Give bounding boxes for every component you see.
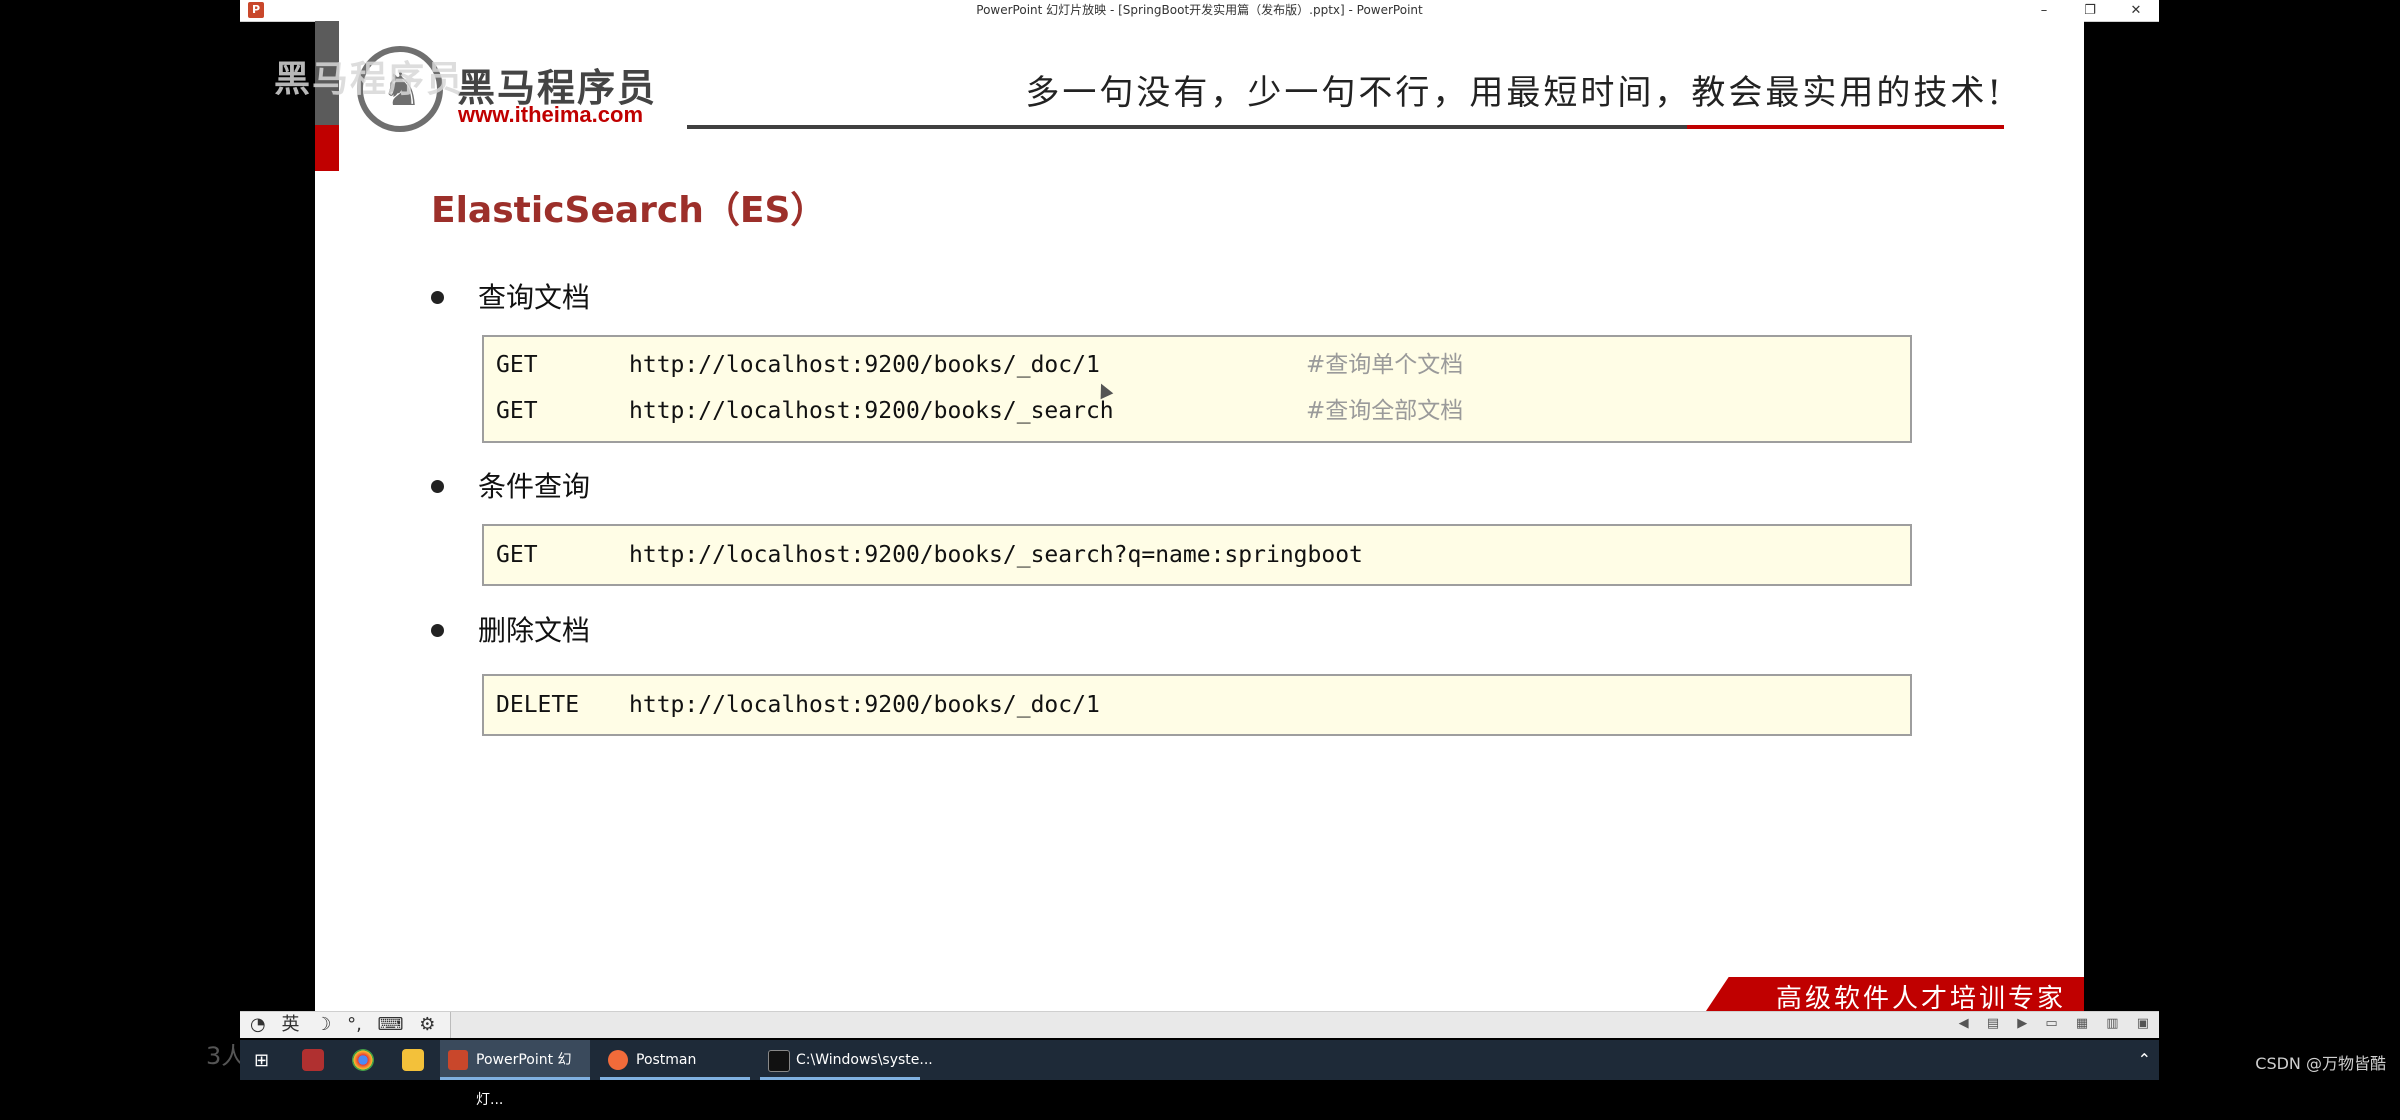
- slideshow-status-strip: ◔ 英 ☽ °, ⌨ ⚙ ◀ ▤ ▶ ▭ ▦ ▥ ▣: [240, 1011, 2159, 1038]
- code-row: GET http://localhost:9200/books/_search #查…: [496, 396, 1463, 426]
- slide-title: ElasticSearch（ES）: [431, 190, 827, 231]
- punctuation-icon[interactable]: °,: [347, 1012, 362, 1038]
- request-url: http://localhost:9200/books/_doc/1: [629, 352, 1100, 378]
- slide[interactable]: ♞ 黑马程序员 www.itheima.com 多一句没有，少一句不行，用最短时…: [315, 21, 2084, 1011]
- header-divider: [687, 125, 1687, 129]
- code-comment: #查询单个文档: [1306, 352, 1464, 378]
- restore-button[interactable]: ❐: [2067, 0, 2113, 21]
- minimize-button[interactable]: –: [2021, 0, 2067, 21]
- slideshow-view-icon[interactable]: ▣: [2137, 1016, 2149, 1031]
- menu-icon[interactable]: ▤: [1987, 1016, 1999, 1031]
- taskbar-item-label: Postman: [636, 1052, 697, 1068]
- normal-view-icon[interactable]: ▭: [2045, 1016, 2057, 1031]
- chrome-icon[interactable]: [352, 1049, 374, 1071]
- ime-mode-toggle[interactable]: 英: [281, 1012, 299, 1038]
- section-heading: 查询文档: [478, 281, 591, 314]
- http-method: GET: [496, 398, 538, 424]
- next-slide-icon[interactable]: ▶: [2017, 1016, 2027, 1031]
- bullet-delete-doc: 删除文档: [431, 609, 590, 649]
- keyboard-icon[interactable]: ⌨: [378, 1012, 404, 1038]
- bullet-conditional-query: 条件查询: [431, 465, 590, 505]
- section-heading: 删除文档: [478, 614, 591, 647]
- postman-icon: [608, 1050, 628, 1070]
- bullet-dot-icon: [431, 479, 444, 493]
- request-url: http://localhost:9200/books/_search: [629, 398, 1114, 424]
- http-method: DELETE: [496, 692, 580, 718]
- slide-sorter-icon[interactable]: ▦: [2076, 1016, 2088, 1031]
- request-url: http://localhost:9200/books/_doc/1: [629, 692, 1100, 718]
- settings-icon[interactable]: ⚙: [419, 1012, 435, 1038]
- app-grid-icon[interactable]: [302, 1049, 324, 1071]
- ime-logo-icon[interactable]: ◔: [250, 1012, 266, 1038]
- reading-view-icon[interactable]: ▥: [2106, 1016, 2118, 1031]
- ime-toolbar: ◔ 英 ☽ °, ⌨ ⚙: [240, 1012, 451, 1038]
- section-heading: 条件查询: [478, 470, 591, 503]
- window-title: PowerPoint 幻灯片放映 - [SpringBoot开发实用篇（发布版）…: [976, 3, 1423, 17]
- bullet-dot-icon: [431, 623, 444, 637]
- taskbar-item-postman[interactable]: Postman: [600, 1040, 750, 1080]
- header-divider-accent: [1687, 125, 2004, 129]
- logo-url: www.itheima.com: [458, 102, 644, 127]
- code-comment: #查询全部文档: [1306, 398, 1464, 424]
- slideshow-view-controls: ◀ ▤ ▶ ▭ ▦ ▥ ▣: [1945, 1016, 2149, 1034]
- http-method: GET: [496, 542, 538, 568]
- top-left-watermark: 黑马程序员: [274, 59, 465, 100]
- title-bar: P PowerPoint 幻灯片放映 - [SpringBoot开发实用篇（发布…: [240, 0, 2159, 22]
- bullet-dot-icon: [431, 290, 444, 304]
- footer-banner-text: 高级软件人才培训专家: [1775, 984, 2066, 1011]
- code-box-delete: DELETE http://localhost:9200/books/_doc/1: [482, 674, 1912, 736]
- code-box-conditional: GET http://localhost:9200/books/_search?q…: [482, 524, 1912, 586]
- http-method: GET: [496, 352, 538, 378]
- tray-expand-icon[interactable]: ⌃: [2138, 1040, 2151, 1080]
- powerpoint-window: P PowerPoint 幻灯片放映 - [SpringBoot开发实用篇（发布…: [240, 0, 2159, 1048]
- taskbar-item-label: C:\Windows\syste...: [796, 1052, 933, 1068]
- close-button[interactable]: ✕: [2113, 0, 2159, 21]
- slide-left-bar-red: [315, 125, 339, 171]
- code-row: GET http://localhost:9200/books/_search?q…: [496, 540, 1363, 570]
- request-url: http://localhost:9200/books/_search?q=na…: [629, 542, 1363, 568]
- code-row: DELETE http://localhost:9200/books/_doc/1: [496, 690, 1100, 720]
- cmd-icon: [768, 1050, 790, 1072]
- code-row: GET http://localhost:9200/books/_doc/1 #查询…: [496, 350, 1463, 380]
- code-box-query: GET http://localhost:9200/books/_doc/1 #查询…: [482, 335, 1912, 443]
- taskbar-item-powerpoint[interactable]: PowerPoint 幻灯...: [440, 1040, 590, 1108]
- taskbar-item-cmd[interactable]: C:\Windows\syste...: [760, 1040, 933, 1080]
- footer-banner: 高级软件人才培训专家: [1706, 977, 2084, 1011]
- powerpoint-taskbar-icon: [448, 1050, 468, 1070]
- moon-icon[interactable]: ☽: [315, 1012, 331, 1038]
- previous-slide-icon[interactable]: ◀: [1959, 1016, 1969, 1031]
- windows-start-icon[interactable]: ⊞: [254, 1050, 274, 1071]
- taskbar-item-label: PowerPoint 幻灯...: [476, 1052, 572, 1108]
- file-explorer-icon[interactable]: [402, 1049, 424, 1071]
- slogan: 多一句没有，少一句不行，用最短时间，教会最实用的技术!: [1025, 73, 2004, 113]
- csdn-watermark: CSDN @万物皆酷: [2255, 1054, 2386, 1073]
- windows-taskbar: ⊞ PowerPoint 幻灯... Postman C:\Windows\sy…: [240, 1040, 2159, 1108]
- bullet-query-doc: 查询文档: [431, 276, 590, 316]
